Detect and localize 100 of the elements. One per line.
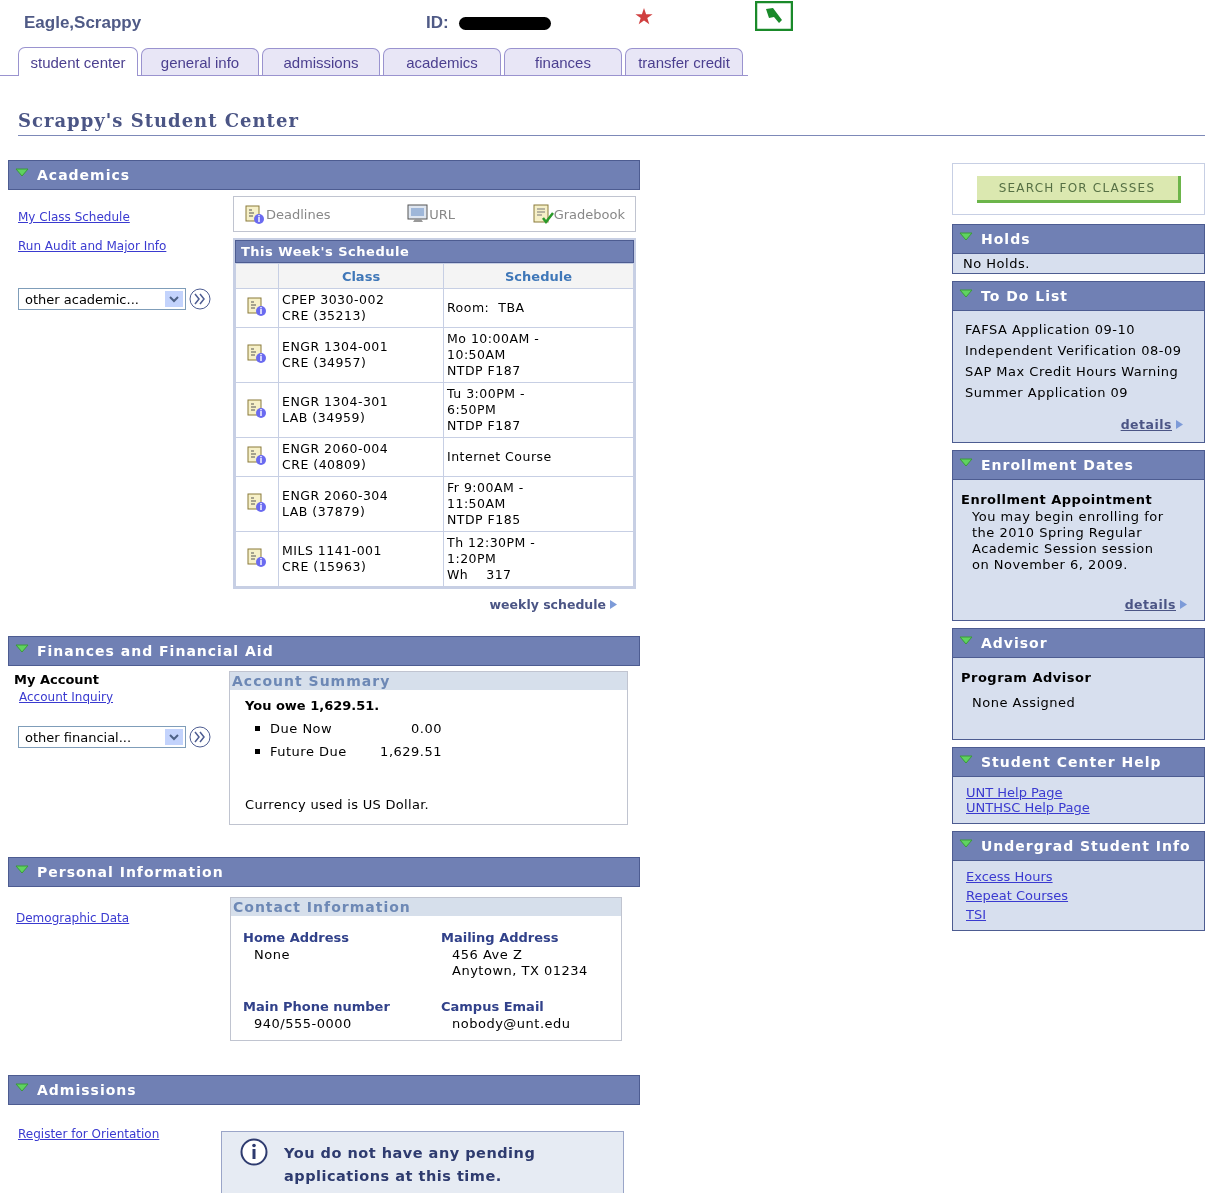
- details-link[interactable]: details: [1120, 417, 1184, 432]
- tab[interactable]: transfer credit: [625, 48, 743, 75]
- go-icon[interactable]: [189, 288, 211, 310]
- checklist-icon[interactable]: [531, 203, 554, 225]
- panel-link[interactable]: Excess Hours: [966, 869, 1191, 884]
- arrow-right-icon: [1175, 419, 1184, 430]
- arrow-right-icon: [1179, 599, 1188, 610]
- section-link[interactable]: Account Inquiry: [19, 690, 113, 704]
- tab[interactable]: student center: [18, 47, 138, 76]
- section-title: Undergrad Student Info: [981, 838, 1191, 854]
- section-header[interactable]: Enrollment Dates: [953, 451, 1204, 480]
- monitor-icon[interactable]: [407, 204, 430, 224]
- panel-link[interactable]: UNTHSC Help Page: [966, 800, 1191, 815]
- section-header[interactable]: Personal Information: [8, 857, 640, 887]
- dropdown[interactable]: other academic...: [18, 288, 186, 310]
- section-header[interactable]: Advisor: [953, 629, 1204, 658]
- todo-item: Summer Application 09: [965, 384, 1130, 402]
- amount-label: Due Now: [270, 721, 334, 736]
- id-label: ID:: [426, 13, 449, 33]
- table-cell: Th 12:30PM - 1:20PM Wh 317: [443, 531, 634, 587]
- toolbar-link[interactable]: Deadlines: [244, 203, 331, 225]
- calendar-info-icon[interactable]: [246, 491, 268, 513]
- table-title: This Week's Schedule: [235, 240, 634, 263]
- collapse-triangle-icon[interactable]: [15, 864, 29, 874]
- tab[interactable]: general info: [141, 48, 259, 75]
- section-header[interactable]: Finances and Financial Aid: [8, 636, 640, 666]
- section-link[interactable]: Register for Orientation: [18, 1127, 160, 1141]
- field-value: 456 Ave Z Anytown, TX 01234: [451, 947, 589, 979]
- currency-note: Currency used is US Dollar.: [245, 797, 431, 812]
- table-cell: Tu 3:00PM - 6:50PM NTDP F187: [443, 382, 634, 438]
- table-cell: Internet Course: [443, 437, 634, 477]
- chevron-down-icon: [169, 295, 179, 303]
- table-cell: ENGR 1304-301 LAB (34959): [278, 382, 444, 438]
- tab[interactable]: finances: [504, 48, 622, 75]
- collapse-triangle-icon[interactable]: [959, 231, 973, 241]
- panel-link[interactable]: TSI: [966, 907, 1191, 922]
- table-cell: Mo 10:00AM - 10:50AM NTDP F187: [443, 327, 634, 383]
- collapse-triangle-icon[interactable]: [959, 754, 973, 764]
- toolbar-link[interactable]: Gradebook: [531, 203, 625, 225]
- collapse-triangle-icon[interactable]: [959, 838, 973, 848]
- section-title: To Do List: [981, 288, 1069, 304]
- box-title: Account Summary: [230, 672, 627, 690]
- details-link[interactable]: details: [1124, 597, 1188, 612]
- section-header[interactable]: Undergrad Student Info: [953, 832, 1204, 861]
- weekly-schedule-link[interactable]: weekly schedule: [489, 597, 618, 612]
- calendar-info-icon[interactable]: [246, 546, 268, 568]
- table-cell: ENGR 1304-001 CRE (34957): [278, 327, 444, 383]
- calendar-info-icon[interactable]: [246, 342, 268, 364]
- bullet-icon: [255, 726, 260, 731]
- collapse-triangle-icon[interactable]: [959, 457, 973, 467]
- section-link[interactable]: Demographic Data: [16, 911, 130, 925]
- todo-item: FAFSA Application 09-10: [965, 321, 1136, 339]
- section-header[interactable]: Holds: [953, 225, 1204, 254]
- section-header[interactable]: To Do List: [953, 282, 1204, 311]
- message-text: You do not have any pending applications at this time.: [284, 1144, 537, 1186]
- calendar-info-icon[interactable]: [244, 203, 266, 225]
- toolbar-link[interactable]: URL: [407, 204, 455, 224]
- section-title: Admissions: [37, 1082, 137, 1098]
- go-icon[interactable]: [189, 726, 211, 748]
- section-title: Advisor: [981, 635, 1048, 651]
- page-title: Scrappy's Student Center: [18, 110, 1205, 136]
- panel-text: You may begin enrolling for the 2010 Spring Regular Academic Session session on November 6, 2009.: [971, 509, 1165, 573]
- collapse-triangle-icon[interactable]: [959, 288, 973, 298]
- section-link[interactable]: Run Audit and Major Info: [18, 239, 167, 253]
- field-label: Home Address: [243, 930, 351, 945]
- section-title: Enrollment Dates: [981, 457, 1134, 473]
- section-link[interactable]: My Class Schedule: [18, 210, 130, 224]
- amount-value: 1,629.51: [380, 744, 442, 759]
- panel-link[interactable]: UNT Help Page: [966, 785, 1191, 800]
- section-header[interactable]: Admissions: [8, 1075, 640, 1105]
- field-label: Mailing Address: [441, 930, 560, 945]
- collapse-triangle-icon[interactable]: [15, 643, 29, 653]
- search-classes-button[interactable]: SEARCH FOR CLASSES: [976, 175, 1181, 203]
- table-cell: CPEP 3030-002 CRE (35213): [278, 288, 444, 328]
- section-title: Personal Information: [37, 864, 224, 880]
- collapse-triangle-icon[interactable]: [15, 1082, 29, 1092]
- field-label: Main Phone number: [243, 999, 391, 1014]
- section-header[interactable]: Academics: [8, 160, 640, 190]
- panel-link[interactable]: Repeat Courses: [966, 888, 1191, 903]
- tab[interactable]: academics: [383, 48, 501, 75]
- collapse-triangle-icon[interactable]: [959, 635, 973, 645]
- panel-text: No Holds.: [963, 256, 1031, 271]
- panel-heading: Program Advisor: [961, 670, 1093, 685]
- tab[interactable]: admissions: [262, 48, 380, 75]
- chevron-down-icon: [169, 733, 179, 741]
- star-icon[interactable]: [634, 7, 653, 25]
- section-header[interactable]: Student Center Help: [953, 748, 1204, 777]
- amount-owed: You owe 1,629.51.: [245, 698, 381, 713]
- calendar-info-icon[interactable]: [246, 295, 268, 317]
- account-label: My Account: [14, 672, 100, 687]
- column-header: Schedule: [443, 263, 634, 289]
- collapse-triangle-icon[interactable]: [15, 167, 29, 177]
- todo-item: SAP Max Credit Hours Warning: [965, 363, 1180, 381]
- table-cell: Room: TBA: [443, 288, 634, 328]
- calendar-info-icon[interactable]: [246, 444, 268, 466]
- section-title: Student Center Help: [981, 754, 1162, 770]
- dropdown[interactable]: other financial...: [18, 726, 186, 748]
- student-name: Eagle,Scrappy: [24, 13, 143, 33]
- section-title: Finances and Financial Aid: [37, 643, 274, 659]
- calendar-info-icon[interactable]: [246, 397, 268, 419]
